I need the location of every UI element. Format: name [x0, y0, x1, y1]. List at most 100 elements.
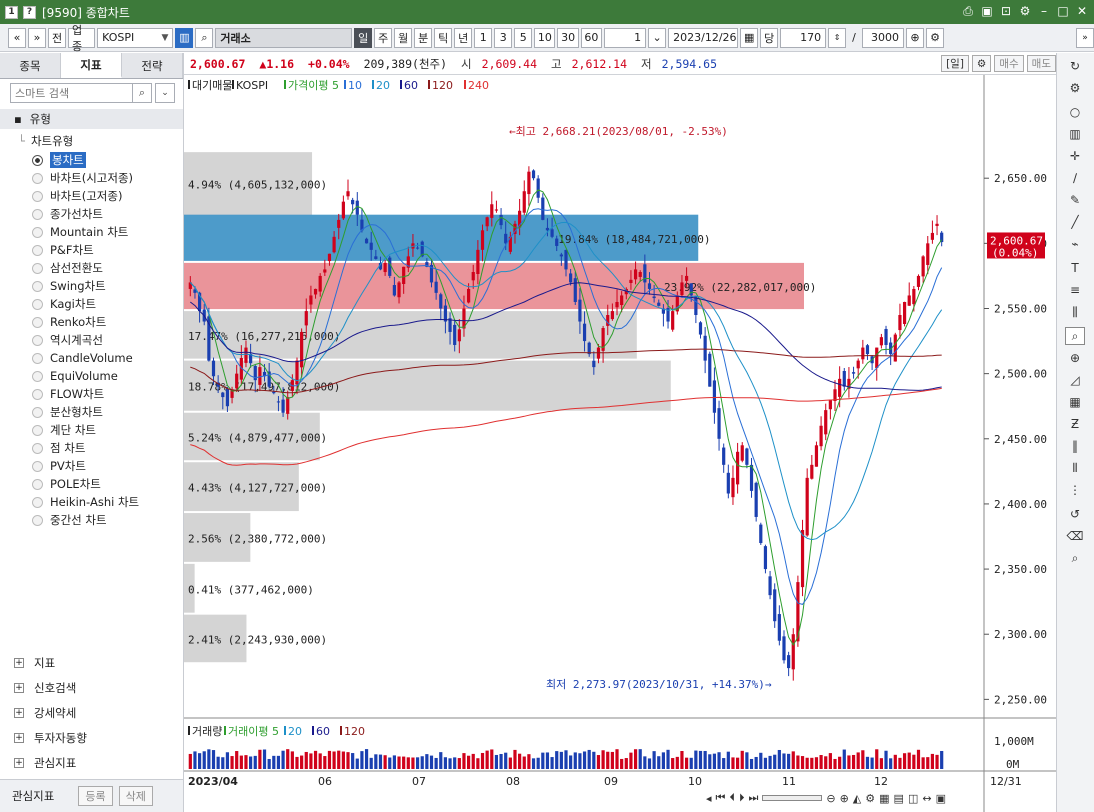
- bars-icon[interactable]: ‖: [1065, 437, 1085, 455]
- chart-type-item[interactable]: FLOW차트: [32, 385, 139, 403]
- scroll-left-icon[interactable]: ◂: [706, 792, 712, 805]
- register-button[interactable]: 등록: [78, 786, 113, 806]
- auto-icon[interactable]: ⌁: [1065, 235, 1085, 253]
- minute-5[interactable]: 5: [514, 27, 533, 48]
- split-icon[interactable]: ◫: [908, 792, 918, 805]
- period-year[interactable]: 년: [454, 27, 473, 48]
- period-month[interactable]: 월: [394, 27, 413, 48]
- accordion-3[interactable]: + 투자자동향: [14, 730, 87, 746]
- zoom-icon[interactable]: ⊕: [906, 27, 924, 48]
- chart-type-item[interactable]: 분산형차트: [32, 403, 139, 421]
- index-select[interactable]: KOSPI ▼: [97, 27, 174, 48]
- tab-stock[interactable]: 종목: [0, 53, 61, 78]
- maximize-icon[interactable]: □: [1055, 3, 1071, 19]
- minute-30[interactable]: 30: [557, 27, 579, 48]
- minute-1[interactable]: 1: [474, 27, 493, 48]
- chart-type-item[interactable]: 계단 차트: [32, 421, 139, 439]
- chart-type-item[interactable]: 점 차트: [32, 439, 139, 457]
- close-icon[interactable]: ✕: [1074, 3, 1090, 19]
- chart-type-item[interactable]: POLE차트: [32, 475, 139, 493]
- print-icon[interactable]: ⎙: [960, 3, 976, 19]
- accordion-0[interactable]: + 지표: [14, 655, 55, 671]
- gear-icon[interactable]: ⚙: [1017, 3, 1033, 19]
- nav-down-button[interactable]: »: [28, 27, 46, 48]
- settings-icon[interactable]: ⚙: [926, 27, 944, 48]
- chart-type-item[interactable]: CandleVolume: [32, 349, 139, 367]
- chart-type-item[interactable]: P&F차트: [32, 241, 139, 259]
- all-icon[interactable]: ≡: [1065, 281, 1085, 299]
- accordion-2[interactable]: + 강세약세: [14, 705, 76, 721]
- chart-type-item[interactable]: Swing차트: [32, 277, 139, 295]
- expand-icon[interactable]: ▣: [936, 792, 946, 805]
- minute-10[interactable]: 10: [534, 27, 556, 48]
- minimize-icon[interactable]: –: [1036, 3, 1052, 19]
- period-day[interactable]: 일: [354, 27, 373, 48]
- gear-icon[interactable]: ⚙: [865, 792, 875, 805]
- interval-input[interactable]: 1: [603, 27, 647, 48]
- zoom-plus-icon[interactable]: ⊕: [1065, 349, 1085, 367]
- gear-icon[interactable]: ⚙: [1065, 79, 1085, 97]
- bar-chart-icon[interactable]: ▥: [1065, 125, 1085, 143]
- count-input[interactable]: 170: [780, 27, 827, 48]
- refresh-icon[interactable]: ↻: [1065, 57, 1085, 75]
- gear-icon[interactable]: ⚙: [971, 55, 992, 72]
- group-header[interactable]: ▪ 유형: [0, 109, 183, 129]
- candle-icon[interactable]: ⫼: [1065, 303, 1085, 321]
- text-icon[interactable]: T: [1065, 259, 1085, 277]
- chart-type-item[interactable]: 중간선 차트: [32, 511, 139, 529]
- chart-type-item[interactable]: 바차트(시고저종): [32, 169, 139, 187]
- tree-root[interactable]: └ 차트유형: [18, 133, 73, 149]
- fit-icon[interactable]: ◭: [853, 792, 861, 805]
- chart-type-item[interactable]: 삼선전환도: [32, 259, 139, 277]
- chart-type-item[interactable]: 역시계곡선: [32, 331, 139, 349]
- arrows-icon[interactable]: ↔: [922, 792, 931, 805]
- accordion-1[interactable]: + 신호검색: [14, 680, 76, 696]
- chevron-down-icon[interactable]: ⌄: [648, 27, 667, 48]
- z-icon[interactable]: Ƶ: [1065, 415, 1085, 433]
- eraser-icon[interactable]: ⌫: [1065, 527, 1085, 545]
- price-chart[interactable]: 대기매물 KOSPI 가격이평 5 10 20 60 120 240 4.94% (4,605,…: [184, 75, 1056, 812]
- undo-icon[interactable]: ↺: [1065, 505, 1085, 523]
- zoom-out-icon[interactable]: ⊖: [826, 792, 835, 805]
- sell-button[interactable]: 매도: [1026, 55, 1056, 72]
- sector-button[interactable]: 업종: [68, 24, 96, 53]
- max-count-input[interactable]: 3000: [861, 27, 904, 48]
- collapse-button[interactable]: »: [1076, 27, 1094, 48]
- chart-type-item[interactable]: Kagi차트: [32, 295, 139, 313]
- chart-type-item[interactable]: Mountain 차트: [32, 223, 139, 241]
- zoom-in-icon[interactable]: ⊕: [840, 792, 849, 805]
- divider-icon[interactable]: ⋮: [1065, 481, 1085, 499]
- save-icon[interactable]: ▣: [979, 3, 995, 19]
- next-icon[interactable]: ⏵: [739, 791, 745, 805]
- pencil-icon[interactable]: ✎: [1065, 191, 1085, 209]
- buy-button[interactable]: 매수: [994, 55, 1024, 72]
- code-icon[interactable]: ▥: [175, 27, 194, 48]
- minute-3[interactable]: 3: [494, 27, 513, 48]
- minute-60[interactable]: 60: [580, 27, 602, 48]
- lock-icon[interactable]: ⊡: [998, 3, 1014, 19]
- chevron-down-icon[interactable]: ⌄: [155, 83, 175, 103]
- period-button[interactable]: [일]: [941, 55, 969, 72]
- crosshair-icon[interactable]: ✛: [1065, 147, 1085, 165]
- search-icon[interactable]: ⌕: [132, 83, 152, 103]
- period-minute[interactable]: 분: [414, 27, 433, 48]
- period-week[interactable]: 주: [374, 27, 393, 48]
- chart-type-item[interactable]: Renko차트: [32, 313, 139, 331]
- tab-strategy[interactable]: 전략: [122, 53, 183, 78]
- search-icon[interactable]: ⌕: [195, 27, 214, 48]
- stepper-icon[interactable]: ⇕: [828, 27, 847, 48]
- scroll-track[interactable]: [762, 795, 823, 801]
- grid-icon[interactable]: ▦: [879, 792, 889, 805]
- chart-type-item[interactable]: 봉차트: [32, 151, 139, 169]
- delete-button[interactable]: 삭제: [118, 786, 153, 806]
- chart-type-item[interactable]: EquiVolume: [32, 367, 139, 385]
- prev-icon[interactable]: ⏴: [729, 791, 735, 805]
- unit-button[interactable]: 당: [760, 27, 779, 48]
- trend-line-icon[interactable]: ╱: [1065, 213, 1085, 231]
- last-icon[interactable]: ⏭: [748, 791, 758, 805]
- table-icon[interactable]: ▤: [894, 792, 904, 805]
- magnifier-icon[interactable]: ⌕: [1065, 549, 1085, 567]
- period-tick[interactable]: 틱: [434, 27, 453, 48]
- nav-back-button[interactable]: «: [8, 27, 26, 48]
- chart-type-item[interactable]: Heikin-Ashi 차트: [32, 493, 139, 511]
